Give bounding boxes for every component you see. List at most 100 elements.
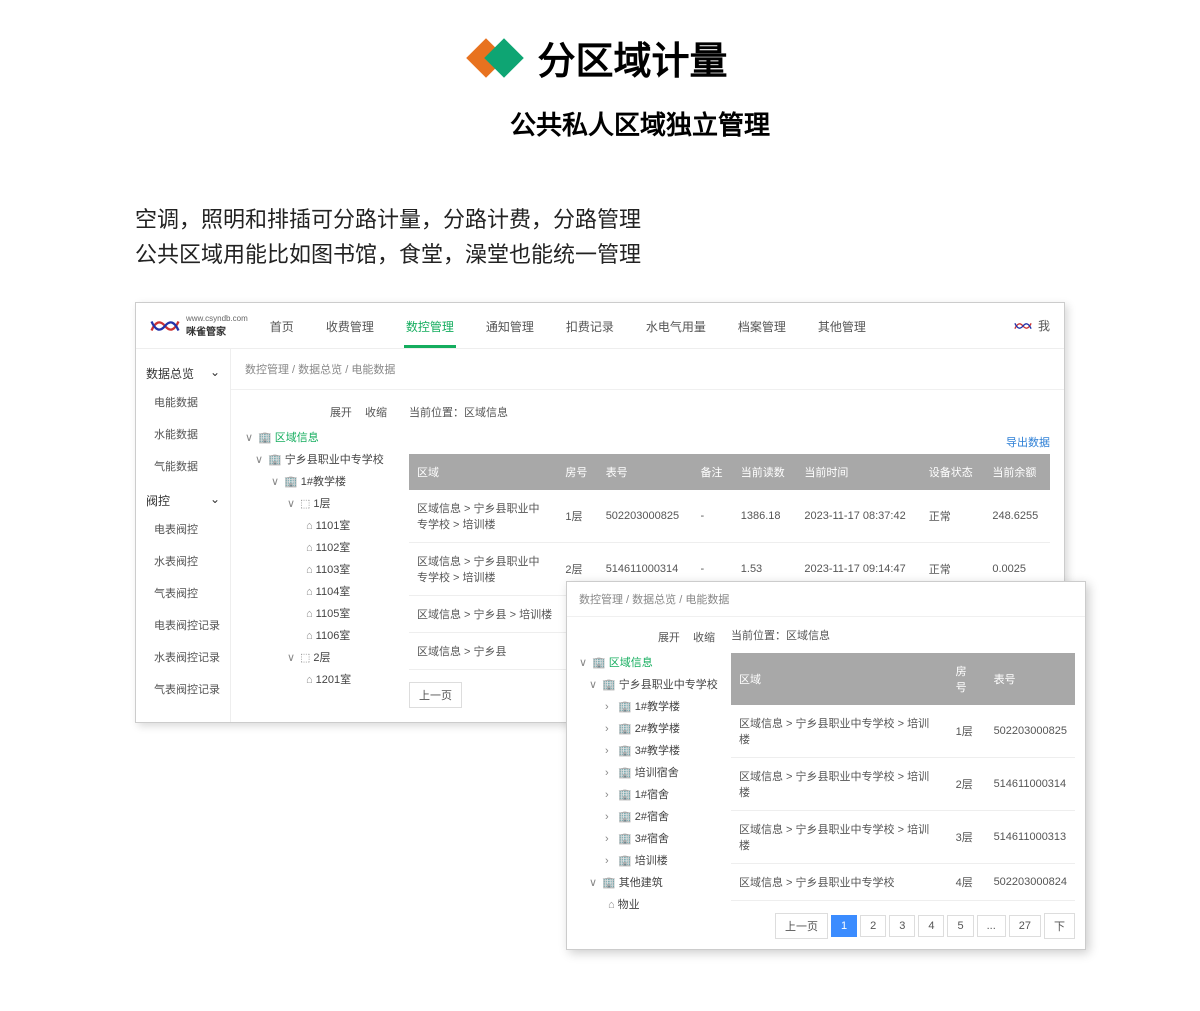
building-icon: 🏢: [602, 679, 616, 691]
expand-button[interactable]: 展开: [658, 632, 680, 644]
nav-tabs: 首页 收费管理 数控管理 通知管理 扣费记录 水电气用量 档案管理 其他管理: [268, 304, 868, 348]
building-icon: 🏢: [618, 767, 632, 779]
building-icon: 🏢: [618, 811, 632, 823]
logo-url: www.csyndb.com: [186, 314, 248, 323]
sidebar: 数据总览⌄ 电能数据 水能数据 气能数据 阀控⌄ 电表阀控 水表阀控 气表阀控 …: [136, 349, 231, 722]
tab-home[interactable]: 首页: [268, 304, 296, 348]
page-button[interactable]: 1: [831, 915, 857, 937]
tab-other[interactable]: 其他管理: [816, 304, 868, 348]
tree-other[interactable]: ∨🏢其他建筑: [571, 871, 723, 893]
tab-fee[interactable]: 收费管理: [324, 304, 376, 348]
page-subtitle: 公共私人区域独立管理: [80, 105, 1200, 142]
breadcrumb: 数控管理 / 数据总览 / 电能数据: [567, 582, 1085, 617]
home-icon: ⌂: [306, 564, 313, 576]
sidebar-item-ev[interactable]: 电表阀控: [136, 513, 230, 545]
tree-f1[interactable]: ∨⬚1层: [237, 492, 395, 514]
building-icon: 🏢: [602, 877, 616, 889]
app-window: www.csyndb.com咪雀管家 首页 收费管理 数控管理 通知管理 扣费记…: [135, 302, 1065, 723]
table-row[interactable]: 区域信息 > 宁乡县职业中专学校4层502203000824: [731, 864, 1075, 901]
tree-school[interactable]: ∨🏢宁乡县职业中专学校: [571, 673, 723, 695]
tree-room[interactable]: ⌂1106室: [237, 624, 395, 646]
sidebar-group-valve[interactable]: 阀控⌄: [136, 482, 230, 513]
th-room: 房号: [557, 454, 597, 490]
th-note: 备注: [692, 454, 732, 490]
th-zone: 区域: [409, 454, 557, 490]
tree-school[interactable]: ∨🏢宁乡县职业中专学校: [237, 448, 395, 470]
home-icon: ⌂: [608, 899, 615, 911]
page-button[interactable]: 2: [860, 915, 886, 937]
chevron-down-icon: ⌄: [210, 365, 220, 382]
tree-root[interactable]: ∨🏢区域信息: [571, 651, 723, 673]
tab-control[interactable]: 数控管理: [404, 304, 456, 348]
user-icon: [1014, 317, 1032, 335]
page-ellipsis: ...: [977, 915, 1006, 937]
tree-room[interactable]: ⌂1104室: [237, 580, 395, 602]
user-label[interactable]: 我: [1038, 317, 1050, 334]
sidebar-item-electric[interactable]: 电能数据: [136, 386, 230, 418]
tab-archive[interactable]: 档案管理: [736, 304, 788, 348]
overlay-window: 数控管理 / 数据总览 / 电能数据 展开 收缩 ∨🏢区域信息 ∨🏢宁乡县职业中…: [566, 581, 1086, 950]
home-icon: ⌂: [306, 586, 313, 598]
tree-root[interactable]: ∨🏢区域信息: [237, 426, 395, 448]
tree-node[interactable]: ›🏢3#宿舍: [571, 827, 723, 849]
description-line-1: 空调，照明和排插可分路计量，分路计费，分路管理: [135, 202, 1200, 237]
tree-room[interactable]: ⌂1103室: [237, 558, 395, 580]
collapse-button[interactable]: 收缩: [365, 407, 387, 419]
pager: 上一页 1 2 3 4 5 ... 27 下: [731, 913, 1075, 939]
tree-room[interactable]: ⌂1201室: [237, 668, 395, 690]
tree-node[interactable]: ›🏢2#宿舍: [571, 805, 723, 827]
sidebar-group-overview[interactable]: 数据总览⌄: [136, 355, 230, 386]
chevron-down-icon: ⌄: [210, 492, 220, 509]
tree-node[interactable]: ›🏢2#教学楼: [571, 717, 723, 739]
prev-button[interactable]: 上一页: [409, 682, 462, 708]
th-balance: 当前余额: [984, 454, 1050, 490]
tree-room[interactable]: ⌂1105室: [237, 602, 395, 624]
table-row[interactable]: 区域信息 > 宁乡县职业中专学校 > 培训楼 1层 502203000825 -…: [409, 490, 1050, 543]
tree-f2[interactable]: ∨⬚2层: [237, 646, 395, 668]
overlay-table: 区域 房号 表号 区域信息 > 宁乡县职业中专学校 > 培训楼1层5022030…: [731, 653, 1075, 901]
tab-usage[interactable]: 水电气用量: [644, 304, 708, 348]
table-row[interactable]: 区域信息 > 宁乡县职业中专学校 > 培训楼2层514611000314: [731, 758, 1075, 811]
tree-node[interactable]: ›🏢1#宿舍: [571, 783, 723, 805]
tree-node[interactable]: ›🏢培训楼: [571, 849, 723, 871]
page-button[interactable]: 3: [889, 915, 915, 937]
tree-node[interactable]: ›🏢3#教学楼: [571, 739, 723, 761]
home-icon: ⌂: [306, 542, 313, 554]
page-button[interactable]: 5: [947, 915, 973, 937]
page-button[interactable]: 4: [918, 915, 944, 937]
floor-icon: ⬚: [300, 498, 310, 510]
tab-notice[interactable]: 通知管理: [484, 304, 536, 348]
tree-node[interactable]: ›🏢1#教学楼: [571, 695, 723, 717]
building-icon: 🏢: [258, 432, 272, 444]
page-title: 分区域计量: [537, 30, 727, 85]
header-logo-icon: [472, 38, 522, 78]
sidebar-item-gv[interactable]: 气表阀控: [136, 577, 230, 609]
table-row[interactable]: 区域信息 > 宁乡县职业中专学校 > 培训楼3层514611000313: [731, 811, 1075, 864]
page-button[interactable]: 27: [1009, 915, 1041, 937]
tree-room[interactable]: ⌂1101室: [237, 514, 395, 536]
tree-room[interactable]: ⌂1102室: [237, 536, 395, 558]
sidebar-item-gvr[interactable]: 气表阀控记录: [136, 673, 230, 705]
building-icon: 🏢: [618, 701, 632, 713]
home-icon: ⌂: [306, 608, 313, 620]
position-row: 当前位置：区域信息: [409, 400, 1050, 430]
sidebar-item-wvr[interactable]: 水表阀控记录: [136, 641, 230, 673]
sidebar-item-wv[interactable]: 水表阀控: [136, 545, 230, 577]
sidebar-item-gas[interactable]: 气能数据: [136, 450, 230, 482]
expand-button[interactable]: 展开: [330, 407, 352, 419]
next-button[interactable]: 下: [1044, 913, 1075, 939]
sidebar-item-water[interactable]: 水能数据: [136, 418, 230, 450]
collapse-button[interactable]: 收缩: [693, 632, 715, 644]
description-line-2: 公共区域用能比如图书馆，食堂，澡堂也能统一管理: [135, 237, 1200, 272]
table-row[interactable]: 区域信息 > 宁乡县职业中专学校 > 培训楼1层502203000825: [731, 705, 1075, 758]
sidebar-item-evr[interactable]: 电表阀控记录: [136, 609, 230, 641]
app-logo[interactable]: www.csyndb.com咪雀管家: [150, 314, 248, 338]
tab-deduct[interactable]: 扣费记录: [564, 304, 616, 348]
tree-b1[interactable]: ∨🏢1#教学楼: [237, 470, 395, 492]
floor-icon: ⬚: [300, 652, 310, 664]
tree-node[interactable]: ›🏢培训宿舍: [571, 761, 723, 783]
prev-button[interactable]: 上一页: [775, 913, 828, 939]
export-button[interactable]: 导出数据: [1006, 437, 1050, 449]
tree-prop[interactable]: ⌂物业: [571, 893, 723, 915]
th-status: 设备状态: [921, 454, 985, 490]
